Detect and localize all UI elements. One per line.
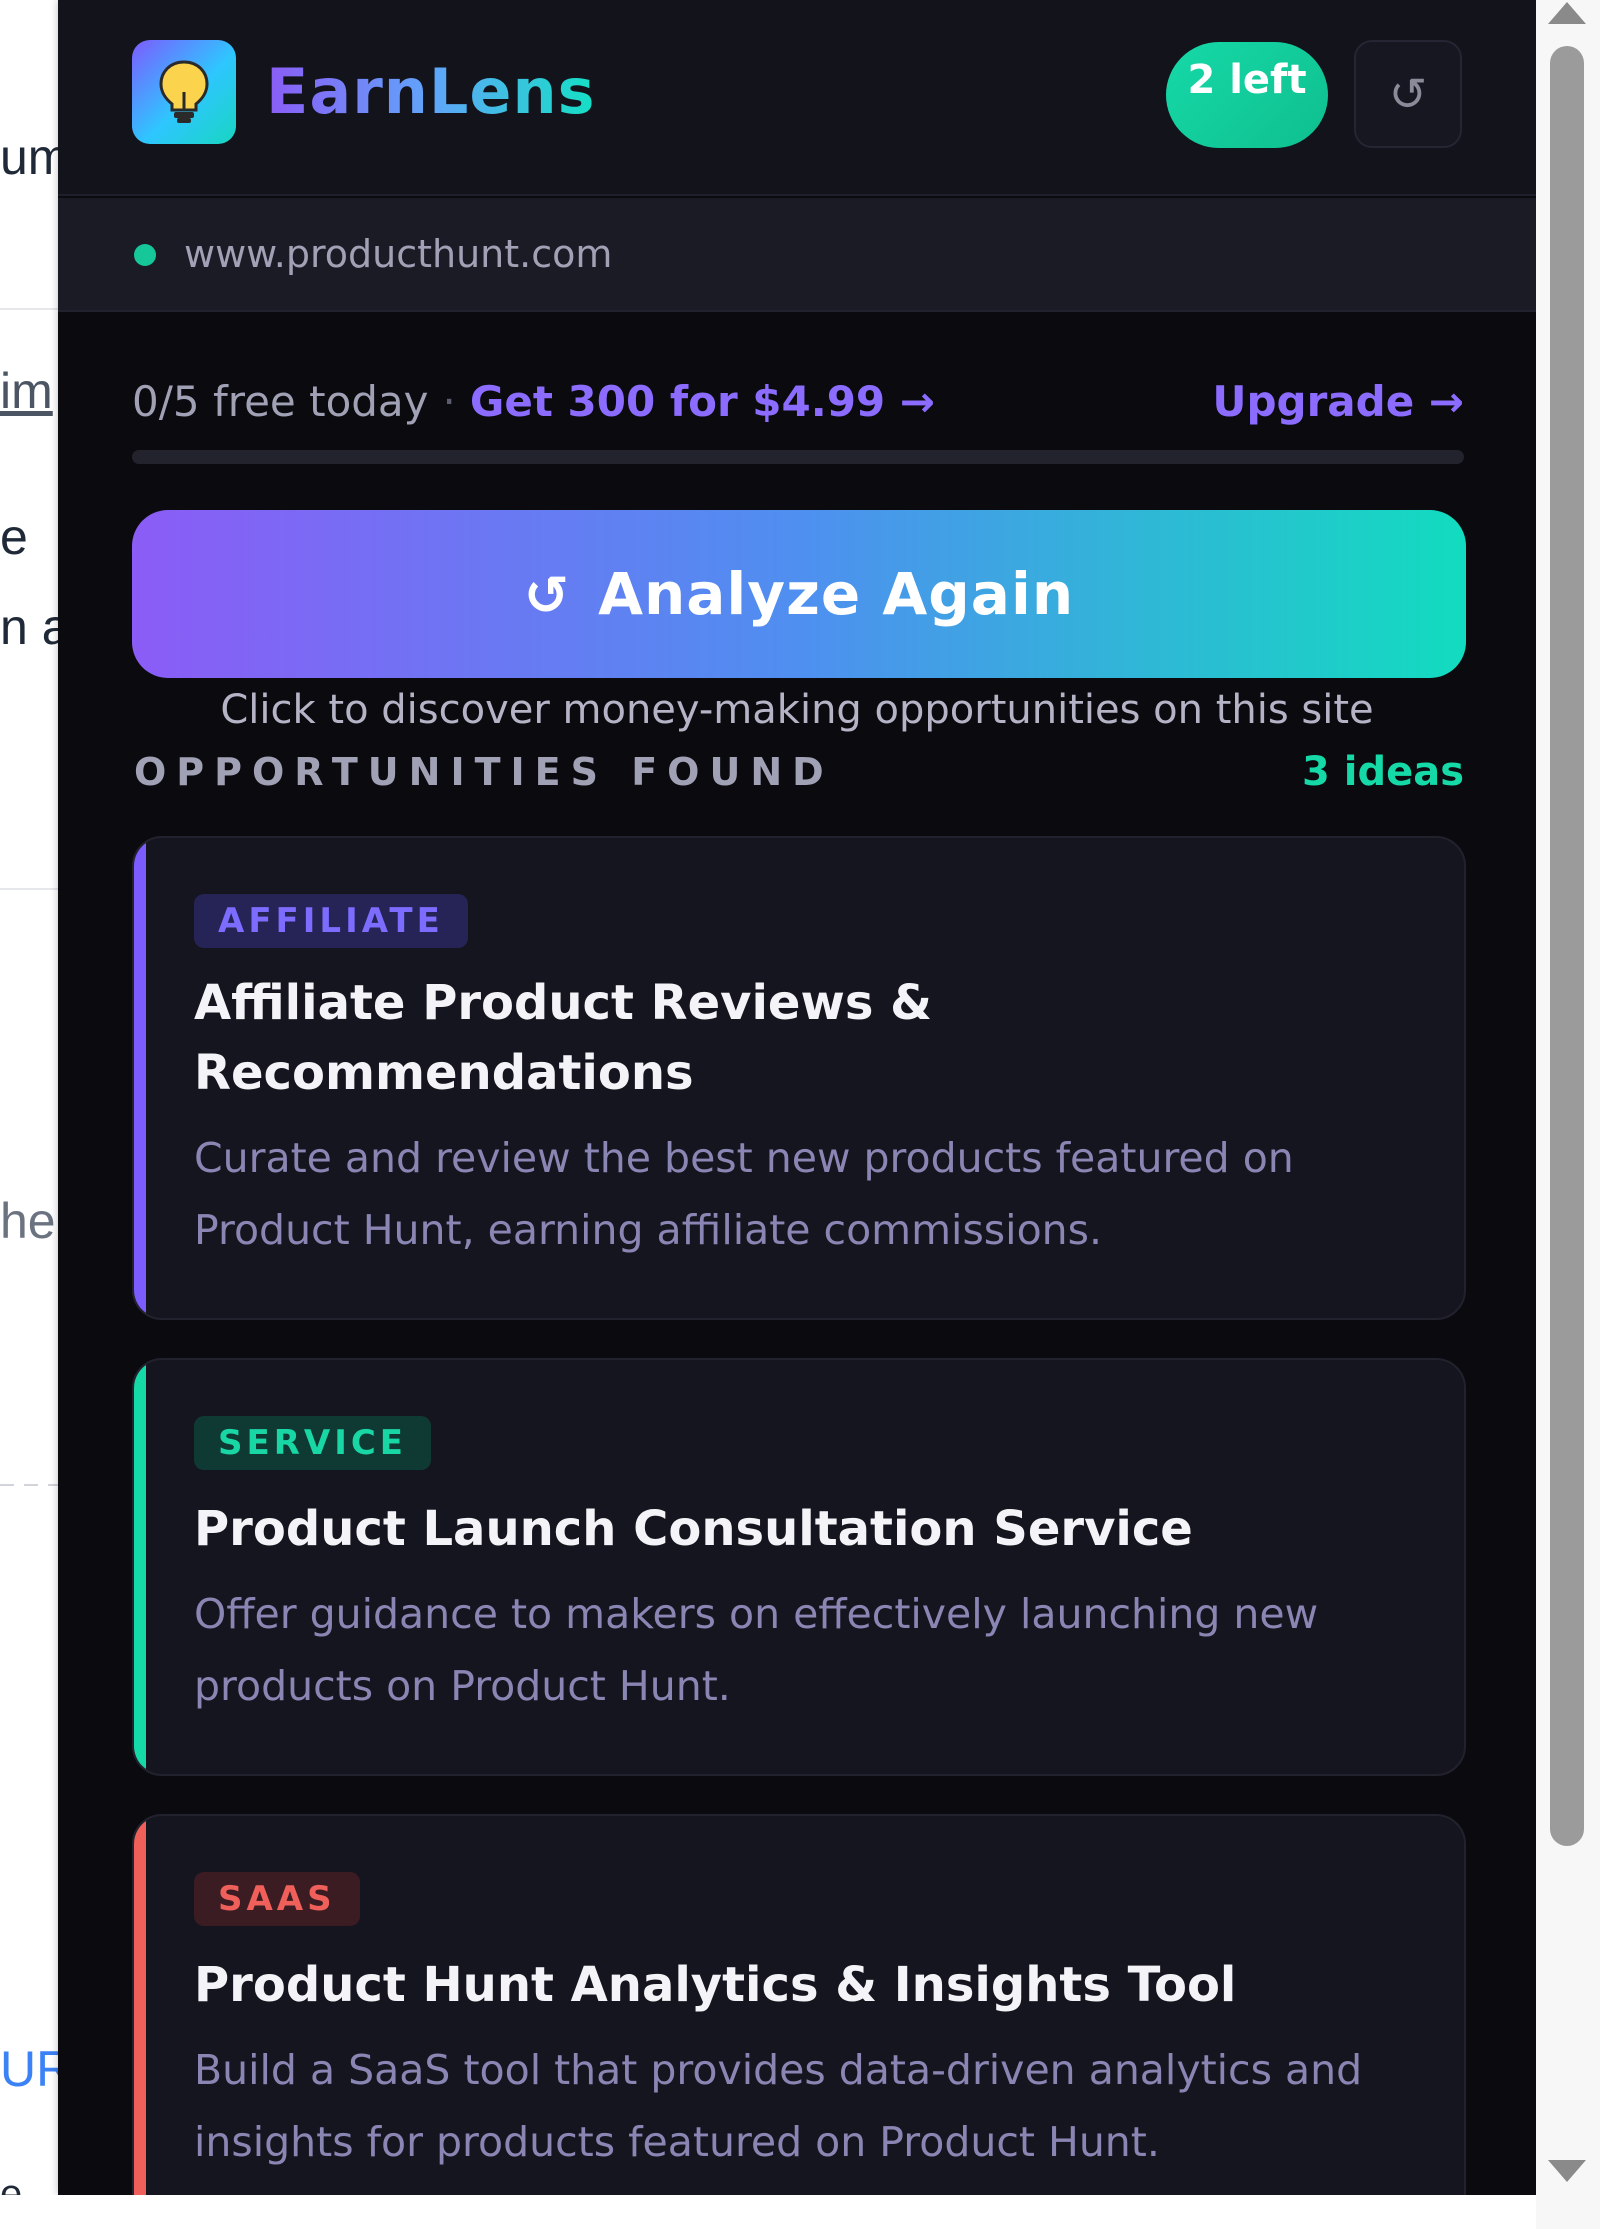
background-divider: [0, 1484, 58, 1486]
quota-separator: ·: [442, 377, 456, 426]
current-site-url: www.producthunt.com: [184, 232, 613, 276]
app-logo: [132, 40, 236, 144]
card-accent-bar: [134, 1816, 146, 2195]
background-text: n a: [0, 599, 58, 655]
background-text: um: [0, 129, 58, 185]
status-dot: [134, 244, 156, 266]
background-divider: [0, 308, 58, 310]
category-tag: SAAS: [194, 1872, 360, 1926]
background-link[interactable]: im: [0, 362, 58, 420]
refresh-icon: ↺: [523, 564, 571, 627]
scrollbar-thumb[interactable]: [1550, 46, 1584, 1846]
app-name: EarnLens: [266, 52, 596, 132]
card-accent-bar: [134, 838, 146, 1318]
opportunity-card[interactable]: AFFILIATE Affiliate Product Reviews & Re…: [132, 836, 1466, 1320]
card-accent-bar: [134, 1360, 146, 1774]
popup-scrollbar[interactable]: [1536, 0, 1600, 2229]
buy-credits-link[interactable]: Get 300 for $4.99 →: [470, 377, 935, 426]
opportunities-count: 3 ideas: [1301, 749, 1464, 795]
opportunity-card[interactable]: SERVICE Product Launch Consultation Serv…: [132, 1358, 1466, 1776]
analyze-hint: Click to discover money-making opportuni…: [220, 687, 1374, 733]
background-link[interactable]: UR: [0, 2040, 58, 2098]
opportunity-title: Product Launch Consultation Service: [194, 1501, 1193, 1557]
background-text: e: [0, 509, 28, 565]
opportunity-description: Offer guidance to makers on effectively …: [194, 1590, 1319, 1710]
quota-progress-bar: [132, 450, 1464, 464]
analyze-again-button[interactable]: ↺ Analyze Again: [132, 510, 1466, 678]
lightbulb-icon: [159, 60, 209, 123]
quota-usage: 0/5 free today: [132, 377, 429, 426]
background-text: her: [0, 1193, 58, 1249]
opportunity-description: Build a SaaS tool that provides data-dri…: [194, 2046, 1363, 2166]
popup-header: EarnLens 2 left ↺: [58, 0, 1536, 196]
scroll-up-arrow-icon[interactable]: [1548, 2, 1586, 24]
category-tag: AFFILIATE: [194, 894, 468, 948]
background-divider: [0, 888, 58, 890]
opportunity-title: Affiliate Product Reviews & Recommendati…: [194, 975, 932, 1101]
credits-left-badge: 2 left: [1166, 42, 1328, 148]
opportunities-heading: OPPORTUNITIES FOUND: [134, 750, 834, 794]
extension-popup: EarnLens 2 left ↺ www.producthunt.com 0/…: [58, 0, 1536, 2195]
opportunity-card[interactable]: SAAS Product Hunt Analytics & Insights T…: [132, 1814, 1466, 2195]
scroll-down-arrow-icon[interactable]: [1548, 2160, 1586, 2182]
upgrade-link[interactable]: Upgrade →: [1212, 372, 1464, 432]
category-tag: SERVICE: [194, 1416, 432, 1470]
current-site-bar: www.producthunt.com: [58, 198, 1536, 312]
refresh-icon: ↺: [1388, 67, 1428, 121]
page-bottom-edge: [0, 2195, 1600, 2229]
opportunity-description: Curate and review the best new products …: [194, 1134, 1294, 1254]
quota-row: 0/5 free today · Get 300 for $4.99 →: [132, 372, 935, 432]
opportunity-title: Product Hunt Analytics & Insights Tool: [194, 1957, 1237, 2013]
analyze-again-label: Analyze Again: [598, 560, 1075, 628]
refresh-button[interactable]: ↺: [1354, 40, 1462, 148]
